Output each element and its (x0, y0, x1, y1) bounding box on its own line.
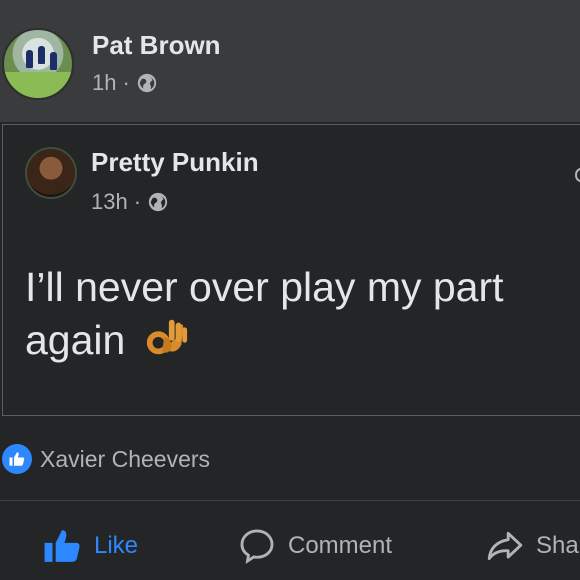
shared-author-name[interactable]: Pretty Punkin (91, 147, 259, 178)
avatar-field (4, 72, 72, 98)
post-timestamp[interactable]: 1h (92, 70, 116, 96)
share-label: Shar (536, 532, 580, 559)
reactions-summary[interactable]: Xavier Cheevers (0, 444, 210, 474)
avatar-pretty-punkin[interactable] (25, 147, 77, 199)
like-icon (2, 444, 32, 474)
more-options-icon[interactable] (572, 165, 580, 185)
like-label: Like (94, 532, 139, 559)
avatar-figure (38, 46, 45, 64)
shared-post-meta: 13h · (91, 189, 169, 215)
post-actions-bar: Like Comment Shar (0, 518, 580, 574)
avatar-figure (26, 50, 33, 68)
comment-icon (240, 529, 274, 564)
post-author-name[interactable]: Pat Brown (92, 30, 221, 61)
meta-separator: · (122, 70, 130, 95)
post-text-content: I’ll never over play my part again (25, 264, 504, 363)
avatar-figure (50, 52, 57, 70)
actions-divider (0, 500, 580, 501)
like-button[interactable]: Like (42, 518, 138, 574)
share-button[interactable]: Shar (486, 518, 580, 574)
comment-button[interactable]: Comment (238, 518, 392, 574)
post-header: Pat Brown 1h · (0, 2, 580, 122)
shared-post-timestamp[interactable]: 13h (91, 189, 128, 215)
shared-post-card[interactable]: Pretty Punkin 13h · I’ll never over play… (2, 124, 580, 416)
ok-hand-icon (146, 319, 187, 355)
reactor-name[interactable]: Xavier Cheevers (40, 446, 210, 473)
avatar-pat-brown[interactable] (2, 28, 74, 100)
shared-post-text: I’ll never over play my part again (25, 261, 565, 367)
globe-icon[interactable] (147, 191, 169, 213)
post-meta: 1h · (92, 70, 158, 96)
comment-label: Comment (288, 532, 393, 559)
share-icon (487, 531, 523, 561)
thumbs-up-icon (44, 530, 80, 562)
meta-separator: · (133, 189, 142, 214)
globe-icon[interactable] (136, 72, 158, 94)
